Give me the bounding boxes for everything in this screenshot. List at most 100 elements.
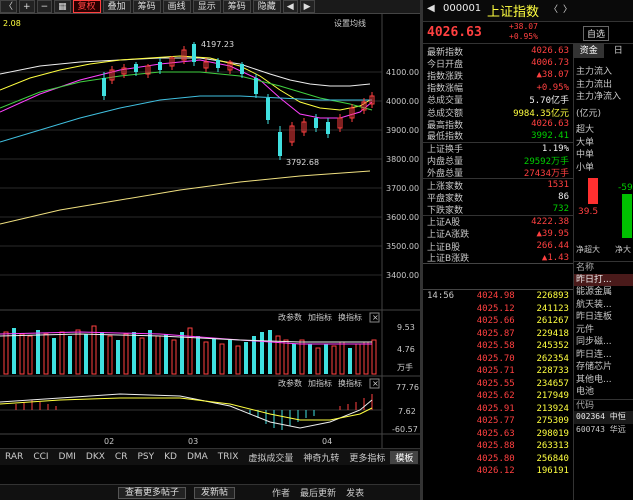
tab-virtual-vol[interactable]: 虚拟成交量 — [243, 451, 298, 464]
sector-item[interactable]: 航天装... — [574, 299, 633, 312]
vol-add-indicator[interactable]: 加指标 — [308, 312, 332, 322]
macd-close-icon[interactable]: × — [372, 379, 379, 388]
stat-row: 最新指数 4026.63 — [427, 46, 569, 58]
macd-switch-indicator[interactable]: 换指标 — [338, 378, 362, 388]
bar-label-large: 净大 — [615, 245, 631, 254]
sector-item[interactable]: 元件 — [574, 324, 633, 337]
prev-icon[interactable]: 〈 — [549, 2, 558, 15]
y-tick: 4100.00 — [386, 68, 419, 77]
y-tick: 3900.00 — [386, 126, 419, 135]
nav-forward-icon[interactable]: ▶ — [299, 0, 315, 13]
size-large: 大单 — [576, 137, 595, 148]
stat-row: 上涨家数 1531 — [427, 180, 569, 192]
price-change: +38.07 — [509, 22, 538, 31]
stat-row: 外盘总量 27434万手 — [423, 167, 573, 180]
price-bar: 4026.63 +38.07 +0.95% 自选 — [423, 22, 633, 44]
list-item: 4025.87 229418 — [476, 328, 569, 339]
tab-trix[interactable]: TRIX — [213, 452, 244, 462]
list-header: 名称 — [574, 261, 633, 274]
stat-row: 最低指数 3992.41 — [423, 130, 573, 143]
tab-psy[interactable]: PSY — [132, 452, 159, 462]
tab-dma[interactable]: DMA — [182, 452, 213, 462]
vol-tick: 4.76 — [397, 345, 415, 354]
zoom-out-button[interactable]: − — [36, 0, 53, 13]
macd-add-indicator[interactable]: 加指标 — [308, 378, 332, 388]
nav-back-icon[interactable]: ◀ — [282, 0, 298, 13]
flow-net: 主力净流入 — [576, 92, 622, 102]
back-icon[interactable]: 〈 — [0, 0, 18, 13]
settings-ma-link[interactable]: 设置均线 — [334, 18, 366, 28]
price-change-pct: +0.95% — [509, 32, 538, 41]
author-col[interactable]: 作者 — [267, 486, 295, 499]
chip2-button[interactable]: 筹码 — [222, 0, 251, 13]
low-label: 3792.68 — [286, 158, 319, 167]
draw-line-button[interactable]: 画线 — [162, 0, 191, 13]
vol-change-param[interactable]: 改参数 — [278, 312, 302, 322]
tab-more[interactable]: 更多指标 — [344, 451, 390, 464]
stock-item[interactable]: 600743 华远 — [574, 424, 633, 437]
stock-name: 上证指数 — [487, 5, 540, 20]
self-select-button[interactable]: 自选 — [583, 26, 610, 41]
tab-magic9[interactable]: 神奇九转 — [298, 451, 344, 464]
macd-tick: -60.57 — [392, 425, 418, 434]
stat-row: 上证A涨跌 ▲39.95 — [427, 228, 569, 241]
tab-day[interactable]: 日 — [604, 44, 633, 58]
sector-item[interactable]: 存储芯片 — [574, 361, 633, 374]
list-item: 4025.66 261267 — [476, 316, 569, 327]
back-arrow-icon[interactable]: ◀ — [427, 3, 435, 14]
sector-item[interactable]: 电池 — [574, 386, 633, 399]
peak-label: 4197.23 — [201, 40, 234, 49]
zoom-in-button[interactable]: + — [19, 0, 35, 13]
sector-item[interactable]: 其他电... — [574, 374, 633, 387]
stock-item[interactable]: 002364 中恒 — [574, 411, 633, 424]
view-posts-button[interactable]: 查看更多帖子 — [118, 486, 187, 499]
reply-col[interactable]: 发表 — [341, 486, 369, 499]
new-post-button[interactable]: 发新帖 — [194, 486, 236, 499]
list-item: 4025.55 234657 — [476, 378, 569, 389]
sector-item[interactable]: 昨日连... — [574, 349, 633, 362]
tab-rar[interactable]: RAR — [0, 452, 28, 462]
hide-button[interactable]: 隐藏 — [252, 0, 281, 13]
chart-toolbar: 〈 + − ▦ 复权 叠加 筹码 画线 显示 筹码 隐藏 ◀ ▶ — [0, 0, 420, 14]
left-value: 2.08 — [3, 19, 21, 28]
sector-item[interactable]: 昨日打... — [574, 273, 633, 286]
fuquan-button[interactable]: 复权 — [72, 0, 101, 13]
stat-row: 总成交量 5.70亿手 — [427, 96, 569, 107]
tab-dkx[interactable]: DKX — [81, 452, 110, 462]
net-flow-bars: 39.5 -59. — [578, 178, 633, 238]
next-icon[interactable]: 〉 — [563, 2, 572, 15]
tab-cci[interactable]: CCI — [28, 452, 53, 462]
indicator-tabs: RAR CCI DMI DKX CR PSY KD DMA TRIX 虚拟成交量… — [0, 448, 420, 465]
display-button[interactable]: 显示 — [192, 0, 221, 13]
code-header: 代码 — [574, 398, 633, 412]
tab-kd[interactable]: KD — [159, 452, 182, 462]
bar-net-super — [588, 178, 598, 204]
chip-button[interactable]: 筹码 — [132, 0, 161, 13]
list-item: 4025.63 298019 — [476, 428, 569, 439]
macd-change-param[interactable]: 改参数 — [278, 378, 302, 388]
y-tick: 4000.00 — [386, 97, 419, 106]
vol-unit: 万手 — [397, 362, 413, 372]
overlay-button[interactable]: 叠加 — [102, 0, 131, 13]
size-small: 小单 — [576, 162, 595, 173]
flow-in: 主力流入 — [576, 67, 613, 77]
vol-tick: 9.53 — [397, 323, 415, 332]
latest-col[interactable]: 最后更新 — [295, 486, 341, 499]
sector-item[interactable]: 能源金属 — [574, 286, 633, 299]
vol-close-icon[interactable]: × — [372, 313, 379, 322]
flow-unit: (亿元) — [576, 108, 602, 119]
sector-item[interactable]: 昨日连板 — [574, 311, 633, 324]
tab-dmi[interactable]: DMI — [54, 452, 81, 462]
tab-capital[interactable]: 资金 — [574, 44, 604, 58]
sector-item[interactable]: 同步磁... — [574, 336, 633, 349]
vol-switch-indicator[interactable]: 换指标 — [338, 312, 362, 322]
tab-cr[interactable]: CR — [110, 452, 133, 462]
tab-template[interactable]: 模板 — [390, 450, 419, 464]
macd-tick: 7.62 — [398, 407, 416, 416]
grid-icon[interactable]: ▦ — [54, 0, 71, 13]
kline-chart[interactable]: 2.08 设置均线 4197.23 3792.68 4100.00 4000.0… — [0, 14, 420, 448]
list-item: 4025.12 241123 — [476, 303, 569, 314]
y-tick: 3500.00 — [386, 242, 419, 251]
stat-row: 上证换手 1.19% — [427, 143, 569, 156]
list-item: 4025.77 275309 — [476, 416, 569, 427]
